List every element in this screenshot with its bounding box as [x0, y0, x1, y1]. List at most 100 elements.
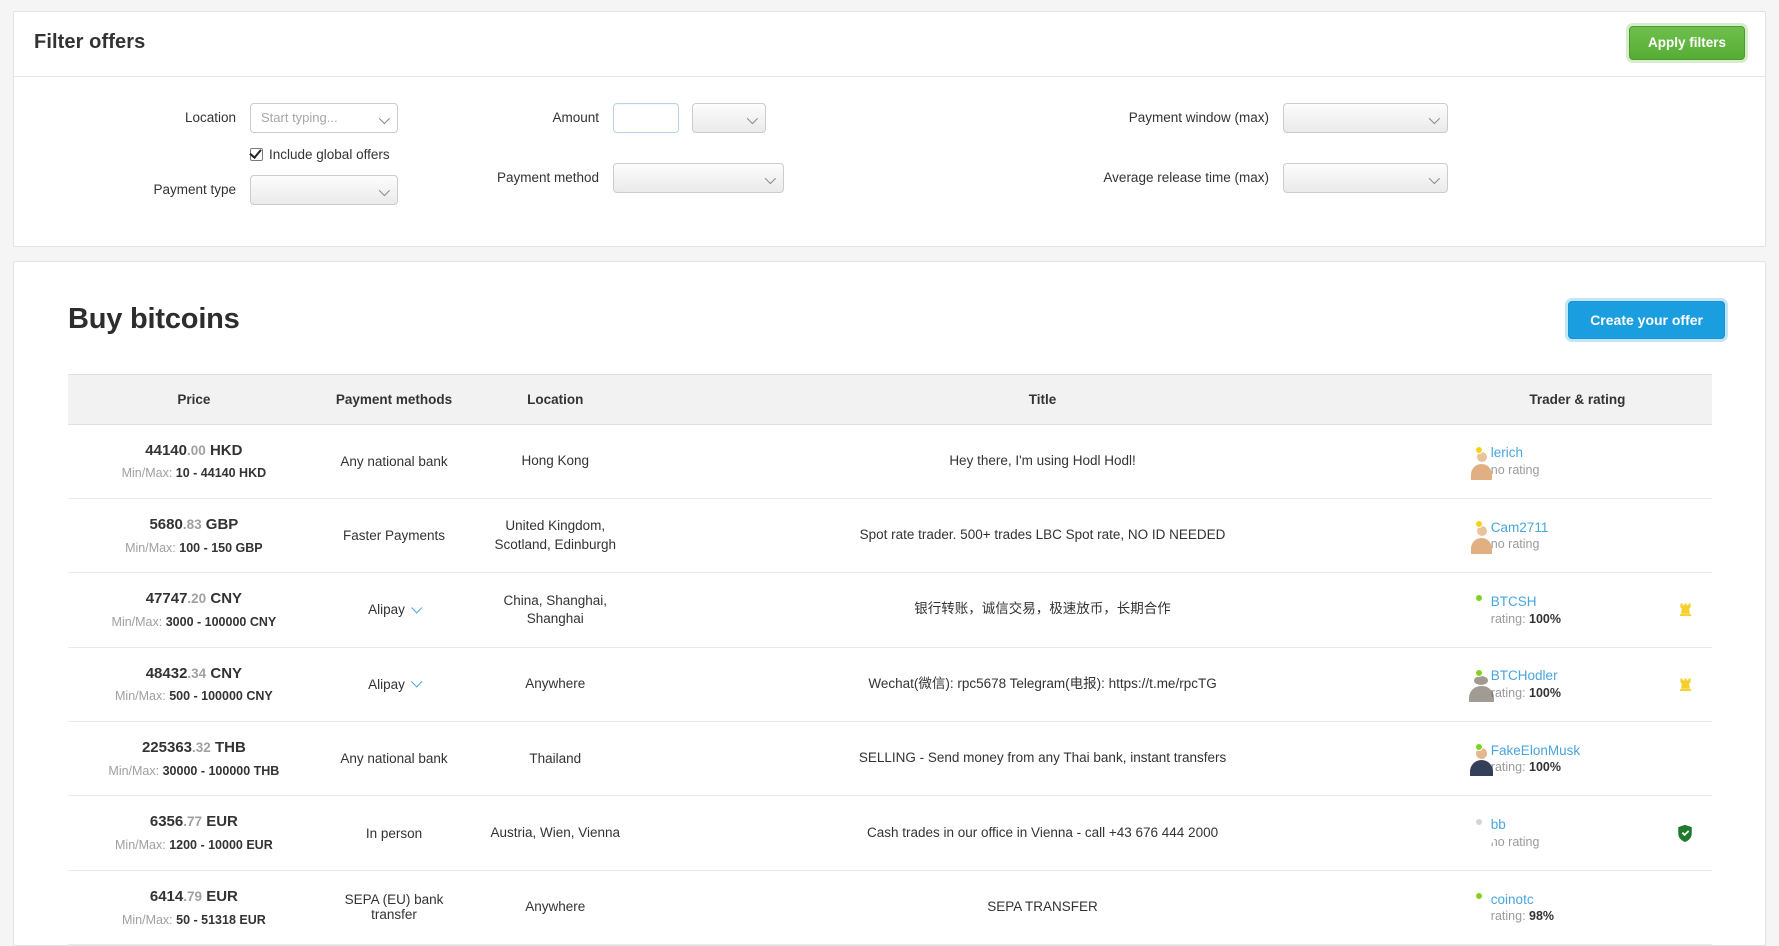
min-max-label: Min/Max:	[108, 764, 159, 778]
table-row[interactable]: 5680.83 GBPMin/Max: 100 - 150 GBPFaster …	[68, 498, 1712, 572]
min-max-label: Min/Max:	[115, 689, 166, 703]
trader-rating: no rating	[1491, 834, 1540, 850]
trader-text: BTCSHrating: 100%	[1491, 593, 1561, 627]
trader-name-link[interactable]: BTCSH	[1491, 594, 1537, 609]
price-decimal: .00	[187, 443, 206, 458]
column-header-payment-methods[interactable]: Payment methods	[320, 374, 469, 424]
payment-method-dropdown[interactable]: Alipay	[368, 602, 420, 617]
table-row[interactable]: 6414.79 EURMin/Max: 50 - 51318 EURSEPA (…	[68, 870, 1712, 944]
cell-offer-title: Wechat(微信): rpc5678 Telegram(电报): https:…	[642, 647, 1443, 721]
min-max-value: 30000 - 100000 THB	[163, 764, 280, 778]
trader-name-link[interactable]: FakeElonMusk	[1491, 743, 1580, 758]
column-header-location[interactable]: Location	[468, 374, 642, 424]
amount-label: Amount	[413, 110, 613, 125]
payment-type-select[interactable]	[250, 175, 398, 205]
price-min-max: Min/Max: 3000 - 100000 CNY	[78, 612, 310, 633]
price-currency: EUR	[206, 888, 238, 905]
payment-method-name: Any national bank	[340, 751, 447, 766]
amount-currency-select[interactable]	[692, 103, 766, 133]
column-header-trader-rating[interactable]: Trader & rating	[1443, 374, 1712, 424]
filter-row-avg-release: Average release time (max)	[988, 163, 1751, 193]
include-global-offers-checkbox[interactable]	[250, 148, 263, 161]
cell-trader-rating: Cam2711no rating	[1443, 498, 1712, 572]
cell-payment-methods[interactable]: Alipay	[320, 647, 469, 721]
min-max-value: 1200 - 10000 EUR	[169, 838, 273, 852]
table-row[interactable]: 48432.34 CNYMin/Max: 500 - 100000 CNYAli…	[68, 647, 1712, 721]
trader-text: lerich no rating	[1491, 444, 1540, 478]
trader-name-link[interactable]: lerich	[1491, 445, 1523, 460]
cell-payment-methods: Any national bank	[320, 424, 469, 498]
trader-name-link[interactable]: BTCHodler	[1491, 668, 1558, 683]
cell-payment-methods: Any national bank	[320, 722, 469, 796]
average-release-time-select[interactable]	[1283, 163, 1448, 193]
avatar[interactable]	[1453, 595, 1482, 624]
trader-rating: no rating	[1491, 462, 1540, 478]
payment-window-select[interactable]	[1283, 103, 1448, 133]
table-header-row: Price Payment methods Location Title Tra…	[68, 374, 1712, 424]
min-max-label: Min/Max:	[112, 615, 163, 629]
shield-check-icon	[1676, 824, 1694, 842]
payment-method-label: Payment method	[413, 170, 613, 185]
rook-icon	[1676, 601, 1694, 619]
payment-method-select[interactable]	[613, 163, 784, 193]
trader-info: coinotcrating: 98%	[1453, 891, 1702, 925]
table-row[interactable]: 47747.20 CNYMin/Max: 3000 - 100000 CNYAl…	[68, 573, 1712, 647]
chevron-down-icon[interactable]	[411, 677, 422, 688]
column-header-title[interactable]: Title	[642, 374, 1443, 424]
filter-column-timing: Payment window (max) Average release tim…	[988, 103, 1751, 216]
price-decimal: .32	[192, 740, 211, 755]
min-max-value: 50 - 51318 EUR	[176, 913, 266, 927]
chevron-down-icon[interactable]	[411, 602, 422, 613]
avatar[interactable]	[1453, 893, 1482, 922]
filter-column-location: Location Start typing... Include global …	[28, 103, 413, 216]
cell-price: 44140.00 HKDMin/Max: 10 - 44140 HKD	[68, 424, 320, 498]
payment-method-dropdown[interactable]: Alipay	[368, 677, 420, 692]
trader-name-link[interactable]: Cam2711	[1491, 520, 1549, 535]
rook-icon	[1676, 675, 1694, 693]
table-row[interactable]: 225363.32 THBMin/Max: 30000 - 100000 THB…	[68, 722, 1712, 796]
offers-header: Buy bitcoins Create your offer	[14, 290, 1765, 350]
cell-offer-title: Hey there, I'm using Hodl Hodl!	[642, 424, 1443, 498]
create-your-offer-button[interactable]: Create your offer	[1568, 301, 1725, 339]
avatar[interactable]	[1453, 744, 1482, 773]
filter-row-amount: Amount	[413, 103, 988, 133]
avatar[interactable]	[1453, 447, 1482, 476]
location-input[interactable]: Start typing...	[250, 103, 398, 133]
price-decimal: .77	[183, 814, 202, 829]
include-global-offers-label[interactable]: Include global offers	[269, 147, 390, 162]
min-max-value: 10 - 44140 HKD	[176, 466, 266, 480]
avatar[interactable]	[1453, 819, 1482, 848]
table-row[interactable]: 44140.00 HKDMin/Max: 10 - 44140 HKD Any n…	[68, 424, 1712, 498]
apply-filters-button[interactable]: Apply filters	[1629, 26, 1745, 60]
payment-method-name: Alipay	[368, 677, 405, 692]
status-dot	[1475, 892, 1483, 900]
cell-location: Hong Kong	[468, 424, 642, 498]
status-dot	[1475, 818, 1483, 826]
avatar[interactable]	[1453, 670, 1482, 699]
amount-input[interactable]	[613, 103, 679, 133]
trader-text: coinotcrating: 98%	[1491, 891, 1554, 925]
price-integer: 6356	[150, 813, 183, 830]
cell-price: 225363.32 THBMin/Max: 30000 - 100000 THB	[68, 722, 320, 796]
cell-offer-title: SELLING - Send money from any Thai bank,…	[642, 722, 1443, 796]
trader-text: bbno rating	[1491, 816, 1540, 850]
price-decimal: .20	[187, 591, 206, 606]
price-value: 6356.77 EUR	[78, 810, 310, 835]
cell-payment-methods[interactable]: Alipay	[320, 573, 469, 647]
cell-price: 6414.79 EURMin/Max: 50 - 51318 EUR	[68, 870, 320, 944]
price-value: 44140.00 HKD	[78, 439, 310, 464]
table-row[interactable]: 6356.77 EURMin/Max: 1200 - 10000 EURIn p…	[68, 796, 1712, 870]
rating-percent: 100%	[1529, 760, 1561, 774]
price-integer: 6414	[150, 888, 183, 905]
payment-method-name: Any national bank	[340, 454, 447, 469]
cell-payment-methods: In person	[320, 796, 469, 870]
trader-rating: rating: 100%	[1491, 685, 1561, 701]
cell-price: 5680.83 GBPMin/Max: 100 - 150 GBP	[68, 498, 320, 572]
price-value: 6414.79 EUR	[78, 885, 310, 910]
price-min-max: Min/Max: 100 - 150 GBP	[78, 538, 310, 559]
column-header-price[interactable]: Price	[68, 374, 320, 424]
avatar[interactable]	[1453, 521, 1482, 550]
buy-bitcoins-panel: Buy bitcoins Create your offer Price Pay…	[13, 261, 1766, 946]
min-max-label: Min/Max:	[125, 541, 176, 555]
trader-name-link[interactable]: coinotc	[1491, 892, 1534, 907]
